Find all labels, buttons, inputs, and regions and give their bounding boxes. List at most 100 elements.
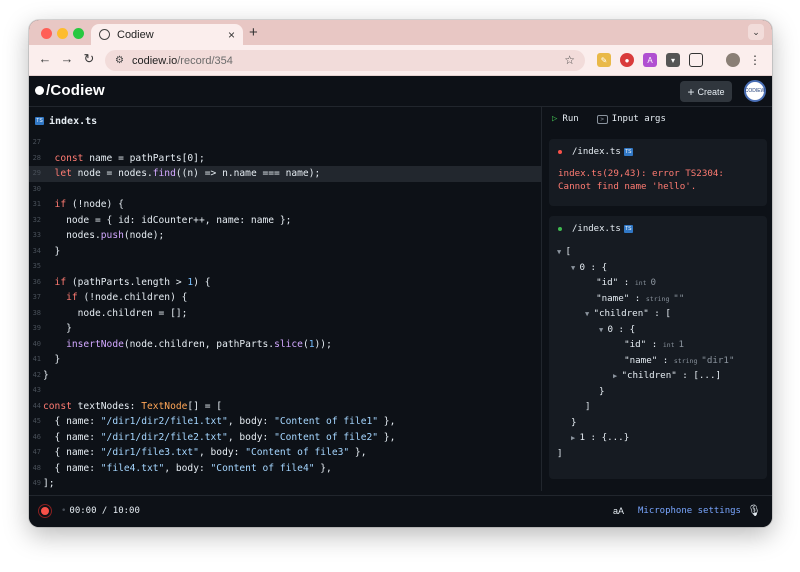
code-line[interactable]: 43 — [29, 383, 541, 399]
microphone-settings-link[interactable]: Microphone settings — [638, 506, 741, 516]
code-text: if (pathParts.length > 1) { — [43, 276, 211, 288]
output-panel-title: /index.ts TS — [558, 224, 633, 234]
forward-arrow-icon[interactable]: → — [59, 51, 75, 66]
error-panel-title: /index.ts TS — [558, 147, 633, 157]
line-number: 31 — [32, 200, 41, 208]
code-text: { name: "/dir1/dir2/file2.txt", body: "C… — [43, 431, 396, 443]
line-number: 49 — [32, 479, 41, 487]
bookmark-star-icon[interactable]: ☆ — [564, 53, 575, 67]
tree-row[interactable]: ▶ 1 : {...} — [571, 430, 629, 446]
code-line[interactable]: 30 — [29, 182, 541, 198]
close-window-button[interactable] — [41, 28, 52, 39]
profile-avatar-icon[interactable] — [726, 53, 740, 67]
puzzle-extensions-icon[interactable] — [689, 53, 703, 67]
close-tab-icon[interactable]: × — [228, 28, 235, 42]
code-line[interactable]: 28 const name = pathParts[0]; — [29, 151, 541, 167]
toolbar: ← → ↻ ⚙ codiew.io/record/354 ☆ ✎ ● A ▾ ⋮ — [29, 45, 772, 76]
codiew-app: /Codiew + Create CODIEW TS index.ts 27 28 … — [29, 76, 772, 527]
code-line[interactable]: 40 insertNode(node.children, pathParts.s… — [29, 337, 541, 353]
line-number: 35 — [32, 262, 41, 270]
code-line[interactable]: 48 { name: "file4.txt", body: "Content o… — [29, 461, 541, 477]
user-avatar[interactable]: CODIEW — [744, 80, 766, 102]
code-text: if (!node) { — [43, 199, 124, 210]
create-button[interactable]: + Create — [680, 81, 732, 102]
site-settings-icon[interactable]: ⚙ — [115, 55, 124, 66]
line-number: 41 — [32, 355, 41, 363]
code-line[interactable]: 31 if (!node) { — [29, 197, 541, 213]
code-editor[interactable]: 27 28 const name = pathParts[0]; 29 let no… — [29, 135, 541, 489]
code-line[interactable]: 33 nodes.push(node); — [29, 228, 541, 244]
code-line[interactable]: 39 } — [29, 321, 541, 337]
code-text: node = { id: idCounter++, name: name }; — [43, 214, 292, 226]
url-host: codiew.io — [131, 54, 178, 67]
recording-time: • 00:00 / 10:00 — [61, 506, 140, 516]
terminal-icon: > — [596, 114, 608, 124]
code-line[interactable]: 49]; — [29, 476, 541, 492]
code-line[interactable]: 34 } — [29, 244, 541, 260]
input-args-button[interactable]: > Input args — [596, 114, 666, 124]
avatar-text: CODIEW — [744, 87, 766, 94]
play-icon: ▷ — [552, 114, 558, 124]
font-size-toggle[interactable]: aA — [613, 506, 624, 516]
code-line[interactable]: 37 if (!node.children) { — [29, 290, 541, 306]
tree-row[interactable]: ▶ "children" : [...] — [613, 368, 721, 384]
tree-row: } — [599, 385, 605, 397]
logo-text: /Codiew — [46, 82, 105, 99]
code-line[interactable]: 35 — [29, 259, 541, 275]
tree-row: "id" : int 0 — [596, 277, 657, 288]
error-panel-file: /index.ts — [572, 147, 621, 157]
output-status-dot — [558, 227, 562, 231]
typescript-file-icon: TS — [623, 148, 633, 156]
code-line[interactable]: 42} — [29, 368, 541, 384]
file-tab[interactable]: TS index.ts — [29, 107, 541, 135]
code-line[interactable]: 27 — [29, 135, 541, 151]
tree-row: ] — [585, 401, 591, 412]
line-number: 48 — [32, 463, 41, 472]
code-line[interactable]: 44 const textNodes: TextNode[] = [ — [29, 399, 541, 415]
code-line[interactable]: 29 let node = nodes.find((n) => n.name =… — [29, 166, 541, 182]
tree-row: "id" : int 1 — [624, 339, 685, 350]
address-bar[interactable]: ⚙ codiew.io/record/354 ☆ — [105, 50, 585, 71]
shirt-extension-icon[interactable]: ▾ — [666, 53, 680, 67]
code-line[interactable]: 32 node = { id: idCounter++, name: name … — [29, 213, 541, 229]
maximize-window-button[interactable] — [73, 28, 84, 39]
recorder-bar: • 00:00 / 10:00 aA Microphone settings 🎙 — [29, 495, 772, 527]
back-arrow-icon[interactable]: ← — [37, 51, 53, 66]
pen-extension-icon[interactable]: ✎ — [597, 53, 611, 67]
new-tab-button[interactable]: + — [249, 24, 258, 41]
browser-tab[interactable]: Codiew × — [91, 24, 243, 45]
code-line[interactable]: 38 node.children = []; — [29, 306, 541, 322]
tree-row[interactable]: ▼ [ — [557, 244, 571, 260]
output-panel-file: /index.ts — [572, 224, 621, 234]
reload-icon[interactable]: ↻ — [81, 51, 97, 67]
minimize-window-button[interactable] — [57, 28, 68, 39]
line-number: 46 — [32, 432, 41, 441]
code-line[interactable]: 46 { name: "/dir1/dir2/file2.txt", body:… — [29, 430, 541, 446]
line-number: 38 — [32, 308, 41, 317]
record-dot-icon — [41, 507, 49, 515]
error-panel: /index.ts TS index.ts(29,43): error TS23… — [549, 139, 767, 206]
tree-row[interactable]: ▼ "children" : [ — [585, 306, 671, 322]
run-button[interactable]: ▷ Run — [552, 114, 579, 124]
a-extension-icon[interactable]: A — [643, 53, 657, 67]
code-line[interactable]: 47 { name: "/dir1/file3.txt", body: "Con… — [29, 445, 541, 461]
code-line[interactable]: 45 { name: "/dir1/dir2/file1.txt", body:… — [29, 414, 541, 430]
code-line[interactable]: 36 if (pathParts.length > 1) { — [29, 275, 541, 291]
error-message: index.ts(29,43): error TS2304: Cannot fi… — [558, 168, 724, 192]
line-number: 39 — [32, 324, 41, 332]
code-text: const name = pathParts[0]; — [43, 152, 205, 164]
code-line[interactable]: 41 } — [29, 352, 541, 368]
tree-row[interactable]: ▼ 0 : { — [571, 260, 607, 276]
microphone-icon[interactable]: 🎙 — [747, 504, 761, 517]
line-number: 33 — [32, 231, 41, 239]
plus-icon: + — [687, 84, 695, 99]
tree-row[interactable]: ▼ 0 : { — [599, 322, 635, 338]
codiew-logo[interactable]: /Codiew — [35, 82, 105, 99]
line-number: 44 — [32, 401, 41, 410]
chevron-down-icon[interactable]: ⌄ — [748, 24, 764, 40]
code-text: const textNodes: TextNode[] = [ — [43, 400, 223, 412]
kebab-menu-icon[interactable]: ⋮ — [748, 53, 762, 67]
adblock-extension-icon[interactable]: ● — [620, 53, 634, 67]
input-args-label: Input args — [611, 114, 666, 124]
record-button[interactable] — [38, 504, 52, 518]
